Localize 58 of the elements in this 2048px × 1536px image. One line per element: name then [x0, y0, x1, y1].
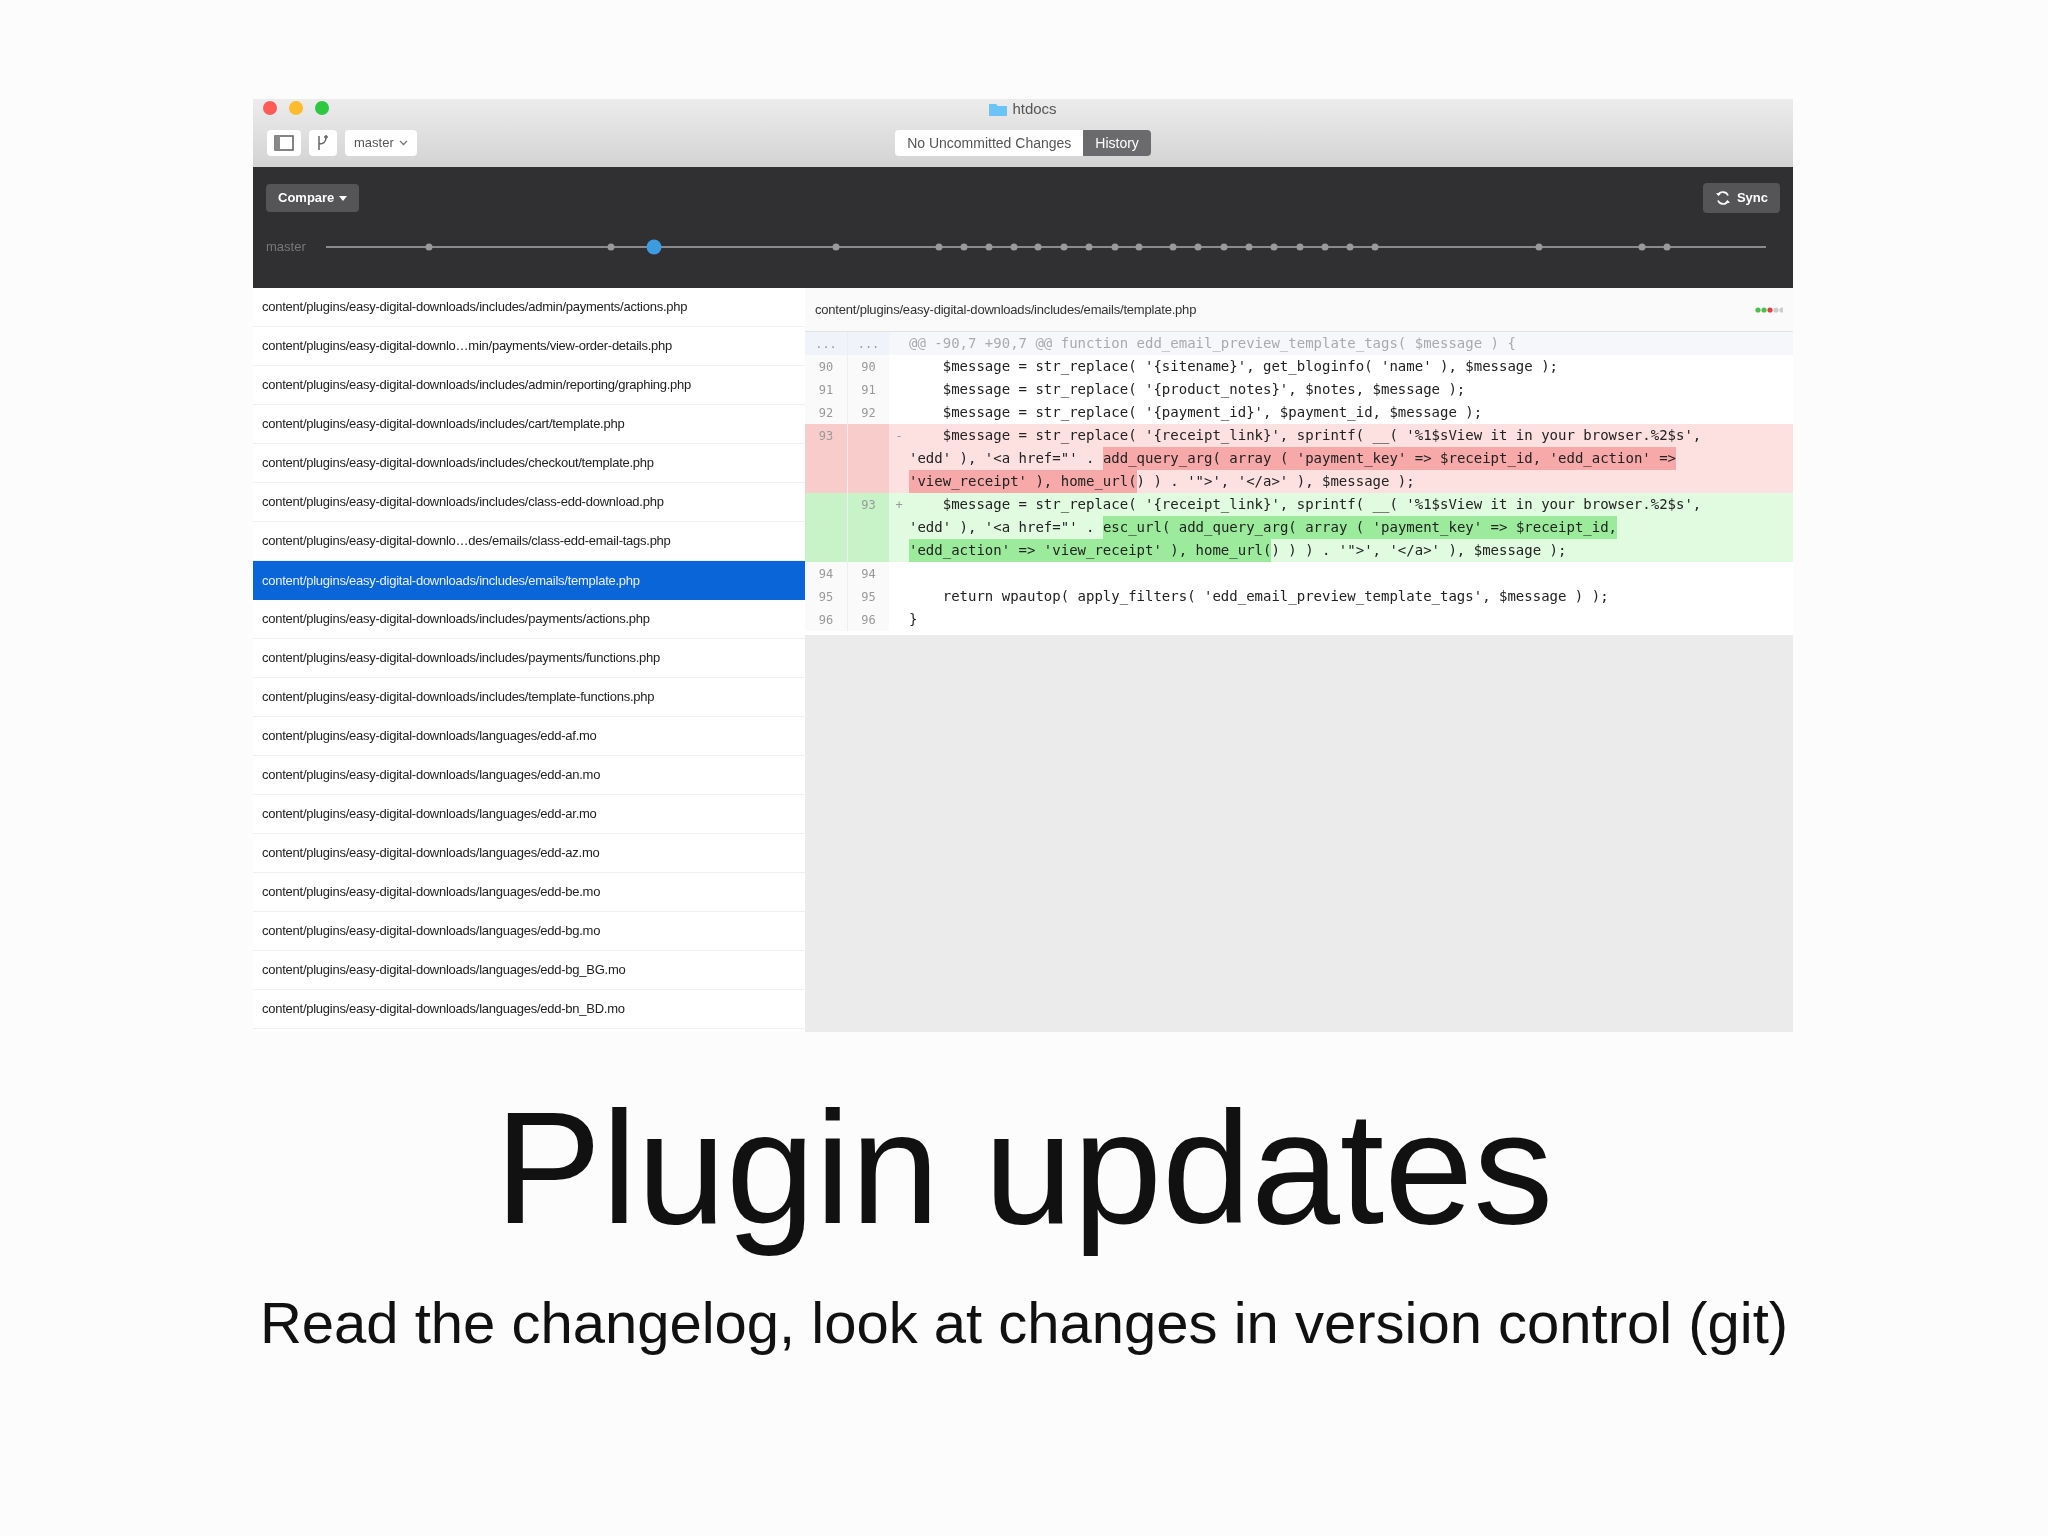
branch-button[interactable]	[309, 130, 337, 156]
code-line: $message = str_replace( '{product_notes}', $notes, $message );	[941, 380, 1466, 400]
line-number: 96	[847, 608, 889, 631]
gutter-cell	[805, 493, 847, 516]
diff-sign: -	[894, 427, 904, 445]
window-title: htdocs	[1012, 99, 1057, 119]
code-line: $message = str_replace( '{payment_id}', $payment_id, $message );	[941, 403, 1483, 423]
diff-file-path: content/plugins/easy-digital-downloads/includes/emails/template.php	[815, 300, 1197, 319]
line-number: 95	[805, 585, 847, 608]
code-line: }	[909, 610, 918, 629]
slide-title: Plugin updates	[494, 1077, 1554, 1259]
compare-button[interactable]: Compare	[266, 184, 360, 212]
code-line: 'edd' ), '<a href="' . esc_url( add_query_arg( array ( 'payment_key' => $receipt_id,	[909, 516, 1618, 539]
code-line: return wpautop( apply_filters( 'edd_email_preview_template_tags', $message ) );	[941, 587, 1609, 607]
sidebar-toggle-button[interactable]	[267, 130, 301, 156]
code-line: 'view_receipt' ), home_url() ) . '">', '</a>' ), $message );	[909, 470, 1415, 493]
sidebar-icon	[274, 135, 294, 151]
line-number: 92	[847, 401, 889, 424]
code-line: $message = str_replace( '{sitename}', get_bloginfo( 'name' ), $message );	[941, 357, 1558, 377]
close-button[interactable]	[263, 101, 277, 115]
file-list-item[interactable]: content/plugins/easy-digital-downloads/includes/emails/template.php	[253, 561, 805, 600]
code-line: 'edd' ), '<a href="' . add_query_arg( array ( 'payment_key' => $receipt_id, 'edd_action' =>	[909, 447, 1677, 470]
gutter-cell	[805, 539, 847, 562]
hunk-header: @@ -90,7 +90,7 @@ function edd_email_preview_template_tags( $message ) {	[909, 334, 1516, 354]
code-line: $message = str_replace( '{receipt_link}', sprintf( __( '%1$sView it in your browser.%2$s',	[941, 495, 1702, 515]
gutter-cell	[847, 470, 889, 493]
sync-icon	[1714, 190, 1731, 206]
gutter-cell	[847, 539, 889, 562]
gutter-cell	[847, 424, 889, 447]
line-number: ...	[805, 332, 847, 355]
sync-button[interactable]: Sync	[1702, 183, 1780, 213]
branch-icon	[315, 134, 331, 152]
code-line: 'edd_action' => 'view_receipt' ), home_url() ) ) . '">', '</a>' ), $message );	[909, 539, 1567, 562]
commit-timeline[interactable]	[326, 237, 1766, 257]
line-number: 91	[847, 378, 889, 401]
caret-down-icon	[339, 195, 348, 201]
line-number: 93	[847, 493, 889, 516]
line-number: ...	[847, 332, 889, 355]
gutter-cell	[805, 470, 847, 493]
chevron-down-icon	[398, 140, 408, 146]
change-stat-icon	[1755, 306, 1783, 313]
view-tab[interactable]: No Uncommitted Changes	[895, 130, 1084, 156]
zoom-button[interactable]	[315, 101, 329, 115]
line-number: 96	[805, 608, 847, 631]
line-number: 94	[847, 562, 889, 585]
line-number: 90	[805, 355, 847, 378]
branch-label: master	[266, 238, 307, 257]
line-number: 94	[805, 562, 847, 585]
line-number: 95	[847, 585, 889, 608]
line-number: 91	[805, 378, 847, 401]
diff-sign: +	[894, 496, 904, 514]
code-line: $message = str_replace( '{receipt_link}', sprintf( __( '%1$sView it in your browser.%2$s',	[941, 426, 1702, 446]
line-number: 93	[805, 424, 847, 447]
line-number: 90	[847, 355, 889, 378]
view-tab[interactable]: History	[1083, 130, 1151, 156]
line-number: 92	[805, 401, 847, 424]
folder-icon	[989, 102, 1008, 116]
branch-dropdown[interactable]: master	[345, 130, 417, 156]
